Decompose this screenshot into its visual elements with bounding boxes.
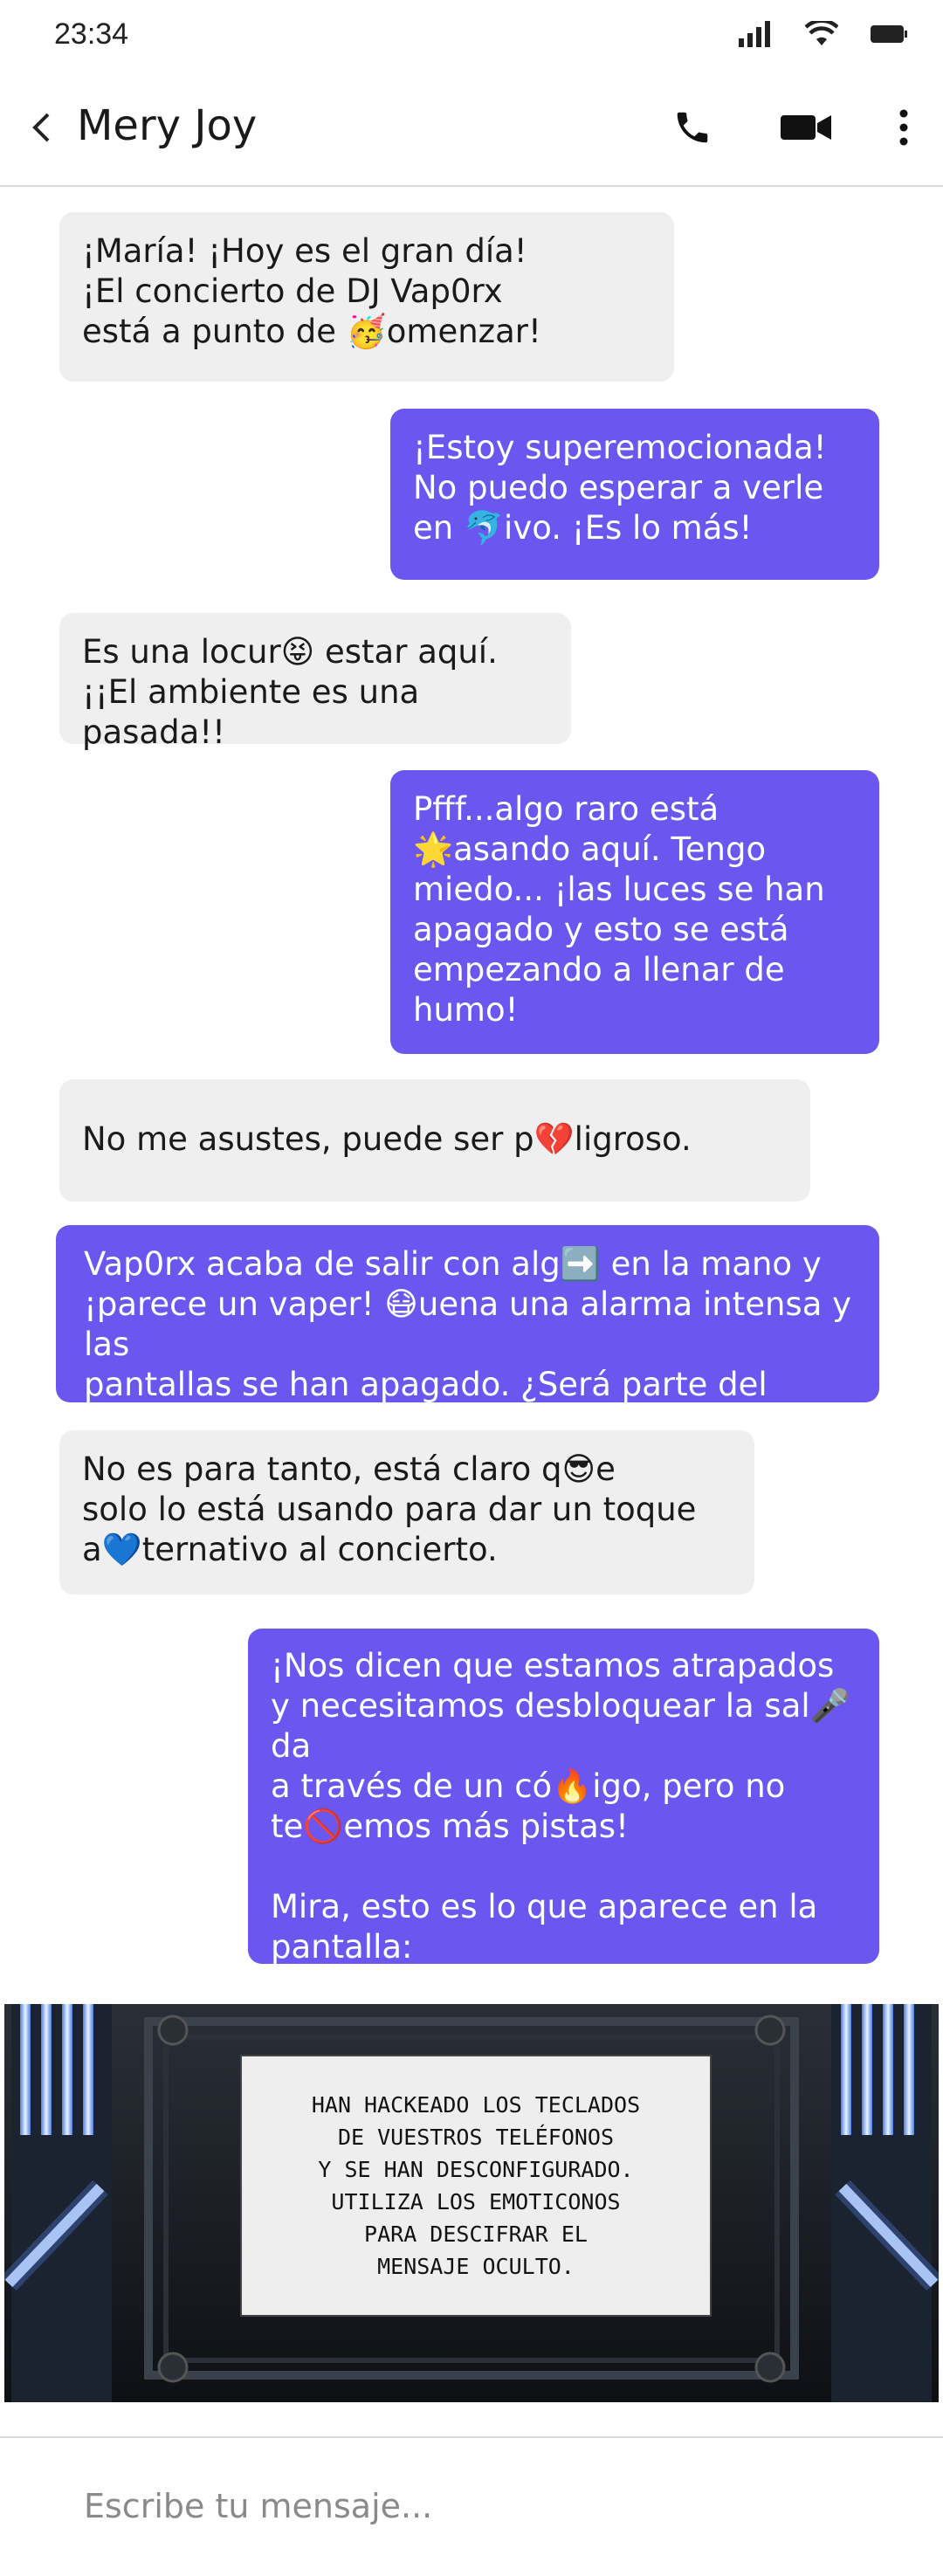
status-bar: 23:34 [0,0,943,70]
signal-icon [739,21,774,51]
message-bubble-outgoing: Vap0rx acaba de salir con alg➡️ en la ma… [56,1225,879,1443]
call-button[interactable] [664,100,720,155]
contact-name: Mery Joy [77,101,258,150]
hacked-screen-message: HAN HACKEADO LOS TECLADOS DE VUESTROS TE… [240,2055,712,2317]
message-bubble-outgoing: Pfff...algo raro está 🌟asando aquí. Teng… [390,770,879,1054]
status-time: 23:34 [54,17,129,51]
video-call-button[interactable] [779,100,835,155]
message-composer [0,2436,943,2576]
wifi-icon [804,18,839,51]
chat-header: Mery Joy [0,70,943,187]
message-input[interactable] [82,2475,871,2538]
message-bubble-outgoing: ¡Nos dicen que estamos atrapados y neces… [248,1629,879,1966]
message-bubble-outgoing: ¡Estoy superemocionada! No puedo esperar… [390,409,879,580]
video-camera-icon [781,115,831,140]
battery-icon [870,24,908,48]
message-bubble-incoming: Es una locur😝 estar aquí. ¡¡El ambiente … [59,613,571,751]
phone-icon [677,112,708,143]
status-icons [739,18,908,51]
message-bubble-incoming: No me asustes, puede ser p💔ligroso. [59,1079,810,1202]
more-options-button[interactable] [873,100,934,155]
back-button[interactable] [19,101,63,154]
back-arrow-icon [32,113,50,142]
message-bubble-incoming: No es para tanto, está claro q😎e solo lo… [59,1430,754,1595]
message-bubble-incoming: ¡María! ¡Hoy es el gran día! ¡El concier… [59,212,674,382]
more-vertical-icon [899,109,908,146]
image-message[interactable]: HAN HACKEADO LOS TECLADOS DE VUESTROS TE… [4,2004,939,2402]
